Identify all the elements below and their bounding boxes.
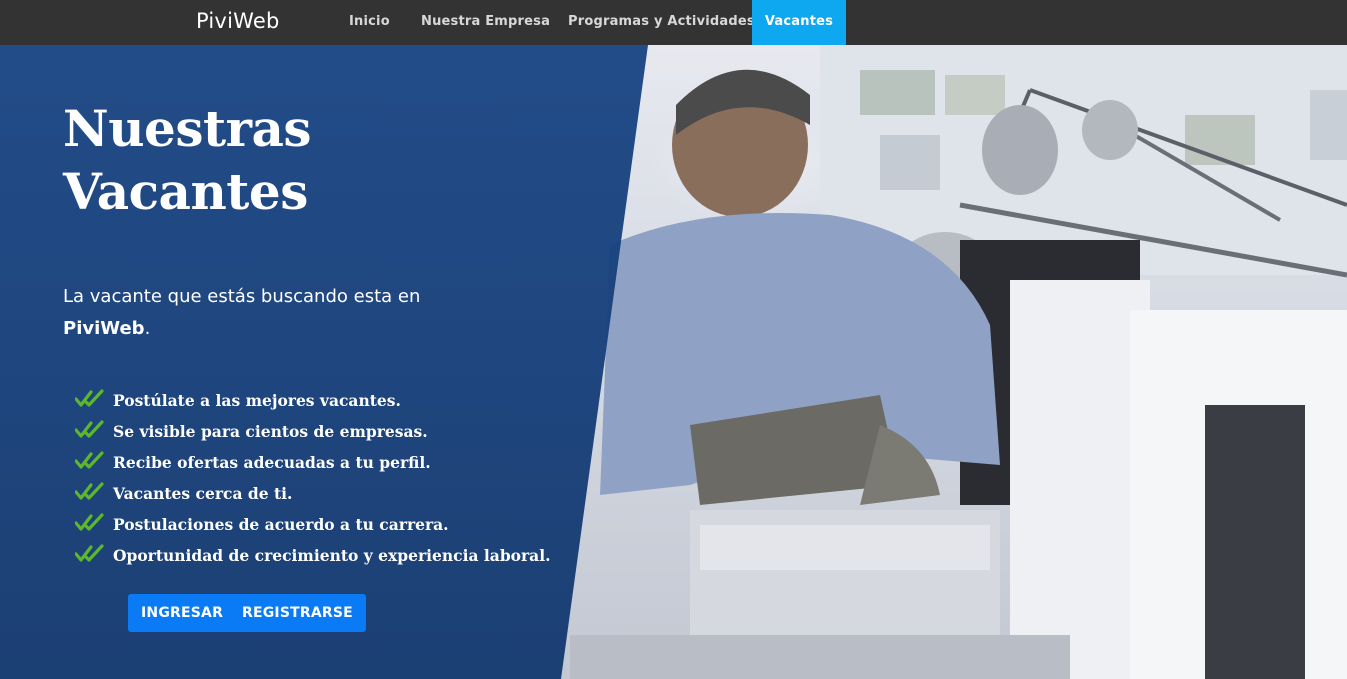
- benefits-list: Postúlate a las mejores vacantes. Se vis…: [75, 385, 551, 571]
- hero-title-line-2: Vacantes: [63, 162, 308, 221]
- double-check-icon: [75, 482, 104, 500]
- double-check-icon: [75, 451, 104, 469]
- ingresar-button[interactable]: INGRESAR: [128, 594, 237, 632]
- nav-link-nuestra-empresa[interactable]: Nuestra Empresa: [421, 0, 550, 45]
- benefit-item: Vacantes cerca de ti.: [75, 478, 551, 509]
- hero-title-line-1: Nuestras: [63, 99, 312, 158]
- benefit-text: Oportunidad de crecimiento y experiencia…: [113, 546, 551, 565]
- hero-section: Nuestras Vacantes La vacante que estás b…: [0, 45, 1347, 679]
- nav-link-programas-actividades[interactable]: Programas y Actividades: [568, 0, 755, 45]
- nav-link-inicio[interactable]: Inicio: [349, 0, 390, 45]
- double-check-icon: [75, 389, 104, 407]
- benefit-item: Oportunidad de crecimiento y experiencia…: [75, 540, 551, 571]
- benefit-text: Vacantes cerca de ti.: [113, 484, 293, 503]
- benefit-text: Postulaciones de acuerdo a tu carrera.: [113, 515, 449, 534]
- brand-logo-link[interactable]: PiviWeb: [196, 9, 279, 33]
- benefit-item: Recibe ofertas adecuadas a tu perfil.: [75, 447, 551, 478]
- double-check-icon: [75, 420, 104, 438]
- double-check-icon: [75, 513, 104, 531]
- benefit-text: Se visible para cientos de empresas.: [113, 422, 428, 441]
- benefit-item: Postúlate a las mejores vacantes.: [75, 385, 551, 416]
- double-check-icon: [75, 544, 104, 562]
- benefit-item: Se visible para cientos de empresas.: [75, 416, 551, 447]
- hero-subtitle: La vacante que estás buscando esta en Pi…: [63, 281, 443, 345]
- hero-subtitle-text: La vacante que estás buscando esta en: [63, 286, 421, 307]
- registrarse-button[interactable]: REGISTRARSE: [229, 594, 366, 632]
- top-navbar: PiviWeb Inicio Nuestra Empresa Programas…: [0, 0, 1347, 45]
- benefit-text: Recibe ofertas adecuadas a tu perfil.: [113, 453, 431, 472]
- hero-subtitle-period: .: [144, 318, 151, 339]
- benefit-text: Postúlate a las mejores vacantes.: [113, 391, 401, 410]
- benefit-item: Postulaciones de acuerdo a tu carrera.: [75, 509, 551, 540]
- nav-link-vacantes-active[interactable]: Vacantes: [752, 0, 846, 45]
- hero-title: Nuestras Vacantes: [63, 97, 312, 223]
- hero-subtitle-brand: PiviWeb: [63, 318, 145, 339]
